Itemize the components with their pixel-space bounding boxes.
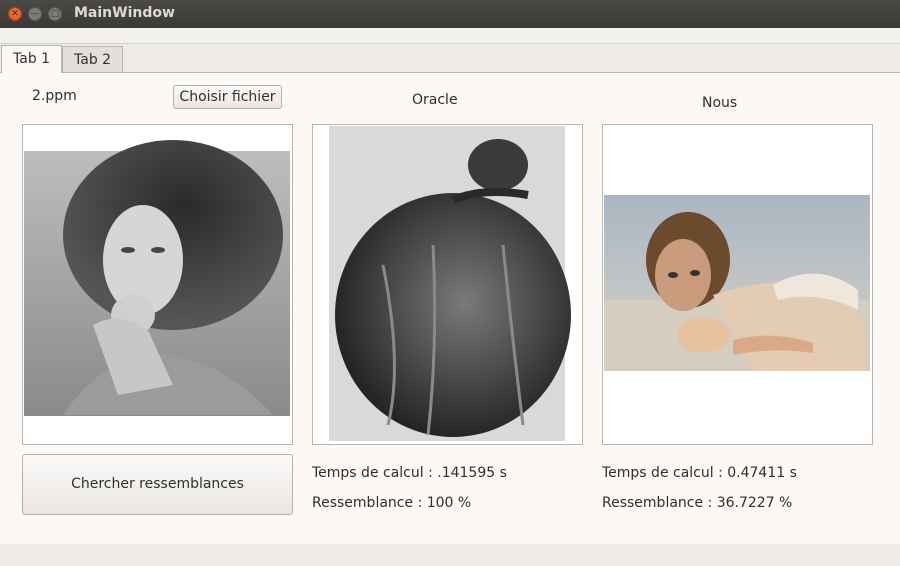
minimize-window-button[interactable]: — xyxy=(28,7,42,21)
nous-image-frame xyxy=(602,124,873,445)
status-bar xyxy=(0,544,900,566)
nous-title: Nous xyxy=(702,95,738,111)
oracle-title: Oracle xyxy=(412,92,458,108)
oracle-image-frame xyxy=(312,124,583,445)
title-bar: ✕ — □ MainWindow xyxy=(0,0,900,28)
close-window-button[interactable]: ✕ xyxy=(8,7,22,21)
tab-1[interactable]: Tab 1 xyxy=(1,45,63,73)
window-title: MainWindow xyxy=(74,5,175,21)
menu-strip xyxy=(0,28,900,44)
search-similarities-button[interactable]: Chercher ressemblances xyxy=(22,454,293,515)
nous-compute-time: Temps de calcul : 0.47411 s xyxy=(602,465,797,481)
file-name-label: 2.ppm xyxy=(32,88,77,104)
oracle-similarity: Ressemblance : 100 % xyxy=(312,495,472,511)
maximize-window-button[interactable]: □ xyxy=(48,7,62,21)
choose-file-button[interactable]: Choisir fichier xyxy=(173,85,282,109)
tab-2[interactable]: Tab 2 xyxy=(62,46,124,72)
nous-similarity: Ressemblance : 36.7227 % xyxy=(602,495,793,511)
portrait-photo-icon xyxy=(24,140,290,416)
woman-with-shell-photo-icon xyxy=(604,195,870,371)
source-image-frame xyxy=(22,124,293,445)
oracle-compute-time: Temps de calcul : .141595 s xyxy=(312,465,507,481)
snail-on-pumpkin-photo-icon xyxy=(329,126,571,441)
